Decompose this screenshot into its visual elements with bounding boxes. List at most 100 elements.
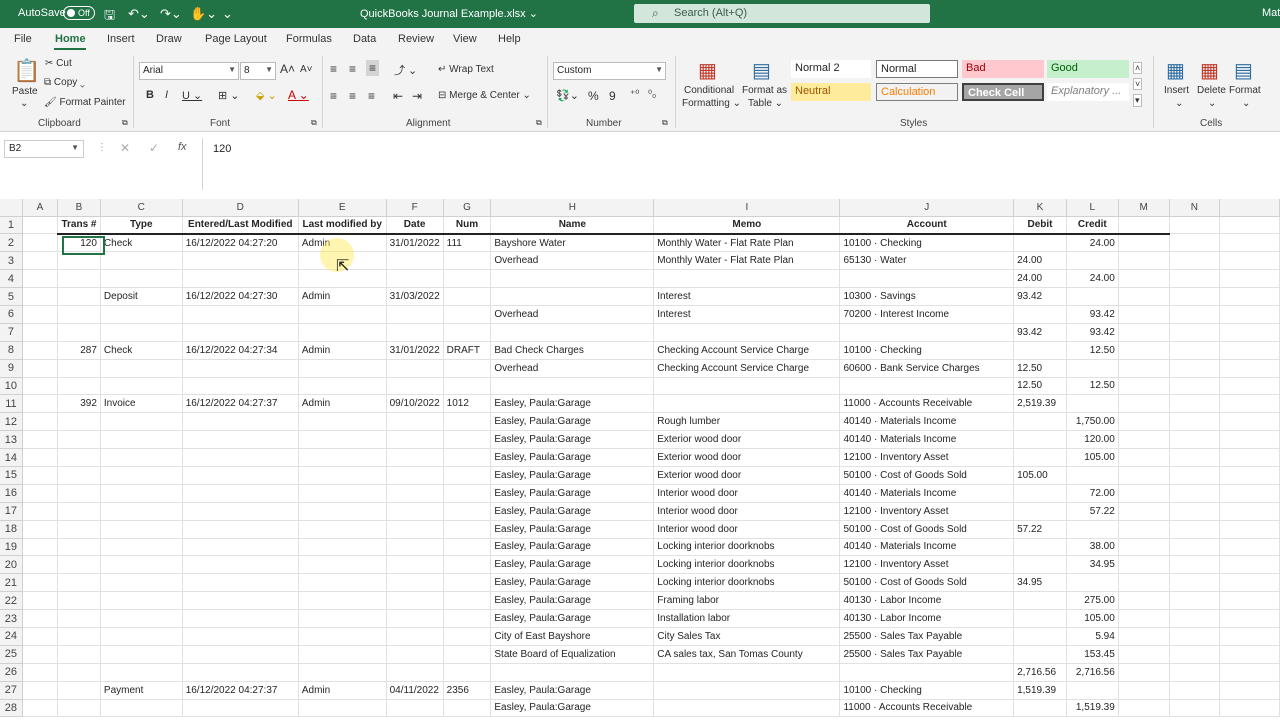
cell[interactable] bbox=[22, 448, 59, 467]
cell[interactable] bbox=[1118, 609, 1170, 628]
cell[interactable] bbox=[1169, 502, 1221, 521]
cell[interactable] bbox=[443, 699, 492, 718]
cell[interactable]: 16/12/2022 04:27:37 bbox=[182, 681, 299, 700]
cell[interactable]: 10300 · Savings bbox=[839, 287, 1015, 306]
column-header[interactable]: L bbox=[1066, 199, 1119, 217]
cell[interactable] bbox=[298, 555, 387, 575]
cell[interactable]: Framing labor bbox=[653, 591, 841, 611]
tab-insert[interactable]: Insert bbox=[107, 33, 135, 45]
cell[interactable] bbox=[100, 573, 183, 593]
cell[interactable] bbox=[100, 645, 183, 664]
cell[interactable] bbox=[490, 287, 655, 306]
cell[interactable] bbox=[57, 573, 101, 593]
cell[interactable] bbox=[1118, 448, 1170, 467]
row-header[interactable]: 12 bbox=[0, 412, 23, 432]
cell[interactable] bbox=[57, 377, 101, 396]
cell[interactable] bbox=[839, 377, 1015, 396]
cell[interactable] bbox=[653, 377, 841, 396]
cell[interactable] bbox=[22, 627, 59, 646]
style-check-cell[interactable]: Check Cell bbox=[962, 83, 1044, 101]
percent-style-icon[interactable]: % bbox=[588, 89, 599, 103]
cell[interactable] bbox=[100, 663, 183, 682]
cell[interactable]: 2,716.56 bbox=[1013, 663, 1067, 682]
cell[interactable] bbox=[22, 323, 59, 342]
font-name-combo[interactable]: Arial ▼ bbox=[139, 62, 239, 80]
cell[interactable] bbox=[100, 538, 183, 557]
cell[interactable]: 09/10/2022 bbox=[386, 394, 444, 414]
cell[interactable]: 275.00 bbox=[1066, 591, 1119, 611]
cell[interactable]: 10100 · Checking bbox=[839, 341, 1015, 360]
cell[interactable] bbox=[100, 305, 183, 324]
cell[interactable] bbox=[1066, 287, 1119, 306]
conditional-formatting-label-1[interactable]: Conditional bbox=[684, 85, 734, 96]
cell[interactable]: 34.95 bbox=[1066, 555, 1119, 575]
cell[interactable] bbox=[1169, 591, 1221, 611]
cell[interactable]: Check bbox=[100, 341, 183, 360]
cell[interactable] bbox=[22, 466, 59, 485]
row-header[interactable]: 6 bbox=[0, 305, 23, 324]
column-header[interactable]: I bbox=[653, 199, 841, 217]
cell[interactable]: Easley, Paula:Garage bbox=[490, 484, 655, 503]
cell[interactable] bbox=[57, 645, 101, 664]
cell[interactable] bbox=[1066, 359, 1119, 378]
cell[interactable] bbox=[182, 627, 299, 646]
align-bottom-icon[interactable]: ≡ bbox=[366, 60, 380, 76]
cell[interactable]: 1,519.39 bbox=[1066, 699, 1119, 718]
cell[interactable] bbox=[1169, 394, 1221, 414]
cell[interactable] bbox=[22, 341, 59, 360]
cell[interactable] bbox=[1219, 448, 1280, 467]
tab-data[interactable]: Data bbox=[353, 33, 376, 45]
cell[interactable] bbox=[1118, 627, 1170, 646]
cell[interactable] bbox=[1169, 287, 1221, 306]
cell[interactable] bbox=[1219, 627, 1280, 646]
redo-icon[interactable]: ↷⌄ bbox=[160, 6, 182, 22]
tab-formulas[interactable]: Formulas bbox=[286, 33, 332, 45]
cell[interactable] bbox=[443, 627, 492, 646]
cell[interactable]: Credit bbox=[1066, 216, 1119, 235]
cell[interactable] bbox=[1169, 233, 1221, 253]
cell[interactable] bbox=[443, 448, 492, 467]
cell[interactable] bbox=[57, 663, 101, 682]
font-size-combo[interactable]: 8 ▼ bbox=[240, 62, 276, 80]
cell[interactable]: 40140 · Materials Income bbox=[839, 430, 1015, 450]
tab-page-layout[interactable]: Page Layout bbox=[205, 33, 267, 45]
cell[interactable]: City Sales Tax bbox=[653, 627, 841, 646]
row-header[interactable]: 27 bbox=[0, 681, 23, 700]
customize-quick-access-icon[interactable]: ⌄ bbox=[222, 6, 233, 22]
cell[interactable] bbox=[443, 645, 492, 664]
cell[interactable]: Checking Account Service Charge bbox=[653, 341, 841, 360]
cell[interactable]: 392 bbox=[57, 394, 101, 414]
cell[interactable] bbox=[386, 484, 444, 503]
cell[interactable]: Interest bbox=[653, 287, 841, 306]
cell[interactable] bbox=[1118, 233, 1170, 253]
cell[interactable] bbox=[100, 609, 183, 628]
cell[interactable]: Easley, Paula:Garage bbox=[490, 394, 655, 414]
cell[interactable] bbox=[22, 305, 59, 324]
cell[interactable] bbox=[57, 520, 101, 539]
search-box[interactable]: ⌕ Search (Alt+Q) bbox=[634, 4, 930, 23]
cell[interactable] bbox=[182, 591, 299, 611]
cell[interactable] bbox=[1118, 394, 1170, 414]
cell[interactable] bbox=[490, 269, 655, 289]
cell[interactable] bbox=[386, 412, 444, 432]
cell[interactable]: Account bbox=[839, 216, 1015, 235]
column-header[interactable] bbox=[1219, 199, 1280, 217]
cell[interactable]: 1,519.39 bbox=[1013, 681, 1067, 700]
cell[interactable] bbox=[1169, 448, 1221, 467]
cell[interactable] bbox=[22, 573, 59, 593]
cell[interactable] bbox=[1219, 609, 1280, 628]
tab-draw[interactable]: Draw bbox=[156, 33, 182, 45]
cell[interactable] bbox=[386, 377, 444, 396]
italic-icon[interactable]: I bbox=[165, 89, 168, 101]
cell[interactable]: 24.00 bbox=[1066, 269, 1119, 289]
accounting-format-icon[interactable]: 💱⌄ bbox=[556, 89, 579, 102]
cell[interactable]: 10100 · Checking bbox=[839, 681, 1015, 700]
clipboard-launcher-icon[interactable]: ⧉ bbox=[122, 118, 128, 128]
cell[interactable] bbox=[386, 538, 444, 557]
cell[interactable] bbox=[1169, 430, 1221, 450]
cell[interactable]: 105.00 bbox=[1013, 466, 1067, 485]
cell[interactable]: 12.50 bbox=[1066, 341, 1119, 360]
cell[interactable] bbox=[1219, 699, 1280, 718]
cell[interactable] bbox=[1219, 341, 1280, 360]
cell[interactable] bbox=[1169, 663, 1221, 682]
